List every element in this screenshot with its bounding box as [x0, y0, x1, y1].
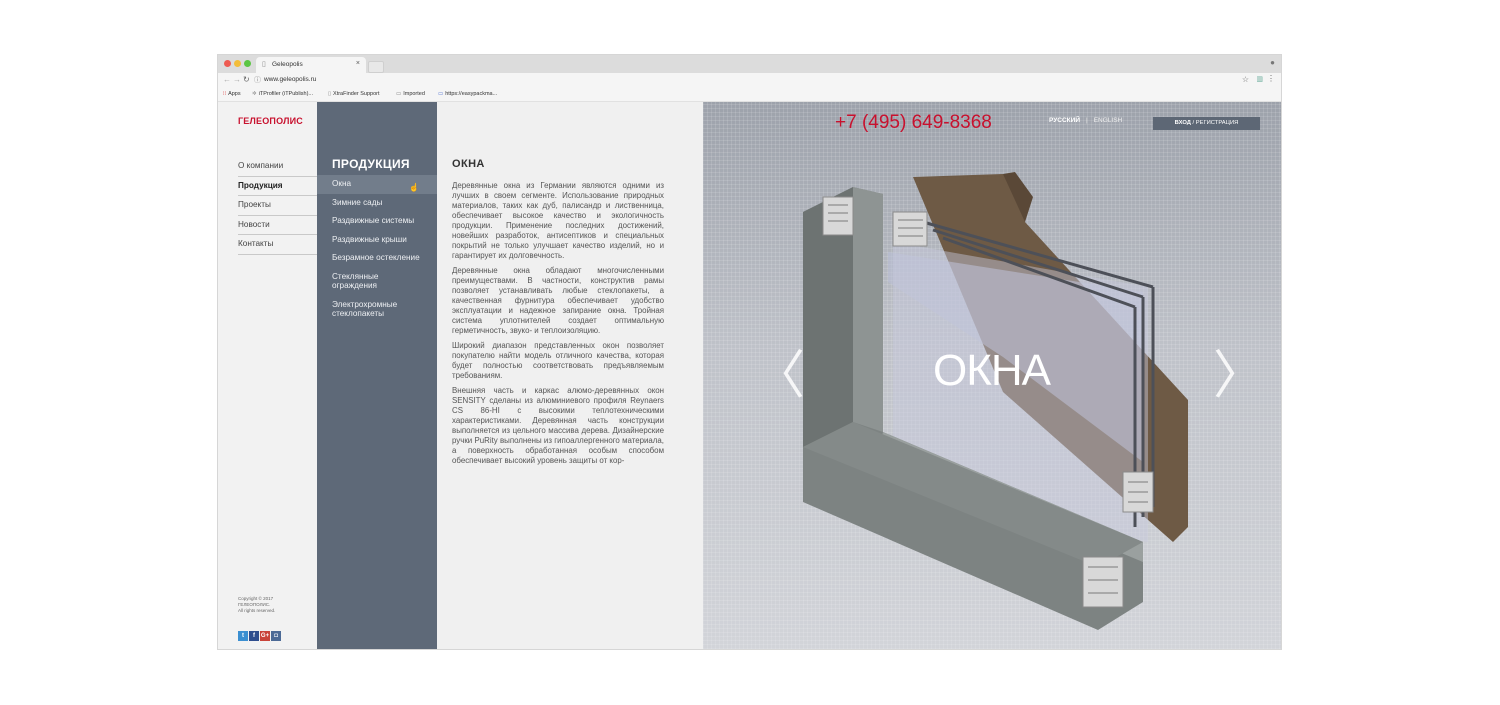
- bookmark-label: Imported: [403, 91, 425, 97]
- gear-icon: ✲: [252, 91, 257, 97]
- facebook-icon[interactable]: f: [249, 631, 259, 641]
- maximize-window-icon[interactable]: [244, 60, 251, 67]
- new-tab-button[interactable]: [368, 61, 384, 73]
- content-paragraph: Деревянные окна обладают многочисленными…: [452, 266, 664, 335]
- copyright-line: All rights reserved.: [238, 608, 276, 613]
- bookmark-label: https://easypackma...: [445, 91, 498, 97]
- link-icon: ▭: [438, 91, 444, 97]
- nav-item-about[interactable]: О компании: [238, 157, 317, 177]
- hero-title: ОКНА: [933, 346, 1051, 395]
- tab-bar: ▯ Geleopolis × ●: [218, 55, 1281, 73]
- profile-icon[interactable]: ●: [1270, 58, 1275, 67]
- hand-cursor-icon: ☝: [409, 183, 419, 192]
- bookmark-easypack[interactable]: ▭ https://easypackma...: [438, 91, 497, 97]
- subnav-item-electrochromic[interactable]: Электрохромные стеклопакеты: [317, 296, 437, 324]
- content-title: ОКНА: [452, 158, 485, 170]
- nav-item-projects[interactable]: Проекты: [238, 196, 317, 216]
- subnav-item-sliding-roofs[interactable]: Раздвижные крыши: [317, 231, 437, 250]
- google-plus-icon[interactable]: G+: [260, 631, 270, 641]
- menu-icon[interactable]: ⋮: [1267, 74, 1275, 83]
- lang-russian[interactable]: РУССКИЙ: [1049, 117, 1080, 124]
- close-window-icon[interactable]: [224, 60, 231, 67]
- extension-icon[interactable]: ▥: [1256, 75, 1263, 83]
- nav-item-products[interactable]: Продукция: [238, 177, 317, 197]
- chevron-left-icon[interactable]: 〈: [753, 350, 805, 402]
- page-icon: ▯: [262, 61, 266, 68]
- bookmark-itprofiler[interactable]: ✲ iTProfiler (iTPublish)...: [252, 91, 313, 97]
- subnav-title: ПРОДУКЦИЯ: [332, 157, 410, 171]
- minimize-window-icon[interactable]: [234, 60, 241, 67]
- products-subnav: ПРОДУКЦИЯ Окна Зимние сады Раздвижные си…: [317, 102, 437, 649]
- browser-tab[interactable]: ▯ Geleopolis ×: [256, 57, 366, 73]
- content-panel: ОКНА Деревянные окна из Германии являютс…: [437, 102, 703, 649]
- subnav-item-glass-railings[interactable]: Стеклянные ограждения: [317, 268, 437, 296]
- lang-english[interactable]: ENGLISH: [1094, 117, 1123, 124]
- twitter-icon[interactable]: t: [238, 631, 248, 641]
- page-icon: ▯: [328, 91, 332, 97]
- subnav-item-frameless-glazing[interactable]: Безрамное остекление: [317, 249, 437, 268]
- login-register-button[interactable]: ВХОД / РЕГИСТРАЦИЯ: [1153, 117, 1260, 130]
- reload-icon[interactable]: ↻: [243, 75, 250, 84]
- nav-item-news[interactable]: Новости: [238, 216, 317, 236]
- instagram-icon[interactable]: ◘: [271, 631, 281, 641]
- info-icon[interactable]: ⓘ: [254, 75, 261, 85]
- web-page: ГЕЛЕОПОЛИС О компании Продукция Проекты …: [218, 102, 1281, 649]
- content-text: Деревянные окна из Германии являются одн…: [452, 181, 664, 471]
- subnav-list: Окна Зимние сады Раздвижные системы Разд…: [317, 175, 437, 324]
- bookmark-imported[interactable]: ▭ Imported: [396, 91, 425, 97]
- bookmark-label: XtraFinder Support: [333, 91, 380, 97]
- register-label: / РЕГИСТРАЦИЯ: [1190, 120, 1239, 126]
- apps-icon: ⁞⁞: [223, 91, 227, 97]
- bookmark-label: iTProfiler (iTPublish)...: [258, 91, 314, 97]
- copyright: Copyright © 2017 ГЕЛЕОПОЛИС. All rights …: [238, 596, 308, 614]
- url-field[interactable]: www.geleopolis.ru: [264, 76, 316, 83]
- bookmark-xtrafinder[interactable]: ▯ XtraFinder Support: [328, 91, 380, 97]
- language-switcher: РУССКИЙ | ENGLISH: [1049, 117, 1122, 124]
- nav-item-contacts[interactable]: Контакты: [238, 235, 317, 255]
- star-icon[interactable]: ☆: [1242, 75, 1249, 84]
- subnav-item-winter-gardens[interactable]: Зимние сады: [317, 194, 437, 213]
- address-bar-row: ← → ↻ ⓘ www.geleopolis.ru ☆ ▥ ⋮: [218, 73, 1281, 88]
- subnav-item-windows[interactable]: Окна: [317, 175, 437, 194]
- folder-icon: ▭: [396, 91, 402, 97]
- left-column: ГЕЛЕОПОЛИС О компании Продукция Проекты …: [218, 102, 317, 649]
- hero-banner: +7 (495) 649-8368 РУССКИЙ | ENGLISH ВХОД /…: [703, 102, 1281, 649]
- site-logo[interactable]: ГЕЛЕОПОЛИС: [238, 116, 303, 126]
- tab-title: Geleopolis: [272, 61, 303, 68]
- chevron-right-icon[interactable]: 〉: [1213, 350, 1265, 402]
- back-icon[interactable]: ←: [223, 75, 231, 84]
- social-links: t f G+ ◘: [238, 624, 282, 642]
- browser-window: ▯ Geleopolis × ● ← → ↻ ⓘ www.geleopolis.…: [218, 55, 1281, 649]
- forward-icon[interactable]: →: [233, 75, 241, 84]
- bookmarks-bar: ⁞⁞ Apps ✲ iTProfiler (iTPublish)... ▯ XtraF…: [218, 88, 1281, 102]
- subnav-item-sliding-systems[interactable]: Раздвижные системы: [317, 212, 437, 231]
- close-tab-icon[interactable]: ×: [356, 60, 360, 67]
- content-paragraph: Широкий диапазон представленных окон поз…: [452, 341, 664, 380]
- bookmark-apps[interactable]: ⁞⁞ Apps: [223, 91, 241, 97]
- content-paragraph: Внешняя часть и каркас алюмо-деревянных …: [452, 386, 664, 465]
- main-nav: О компании Продукция Проекты Новости Кон…: [238, 157, 317, 255]
- content-paragraph: Деревянные окна из Германии являются одн…: [452, 181, 664, 260]
- lang-separator: |: [1086, 117, 1088, 124]
- bookmark-label: Apps: [228, 91, 241, 97]
- phone-number[interactable]: +7 (495) 649-8368: [835, 112, 992, 134]
- login-label: ВХОД: [1174, 120, 1191, 126]
